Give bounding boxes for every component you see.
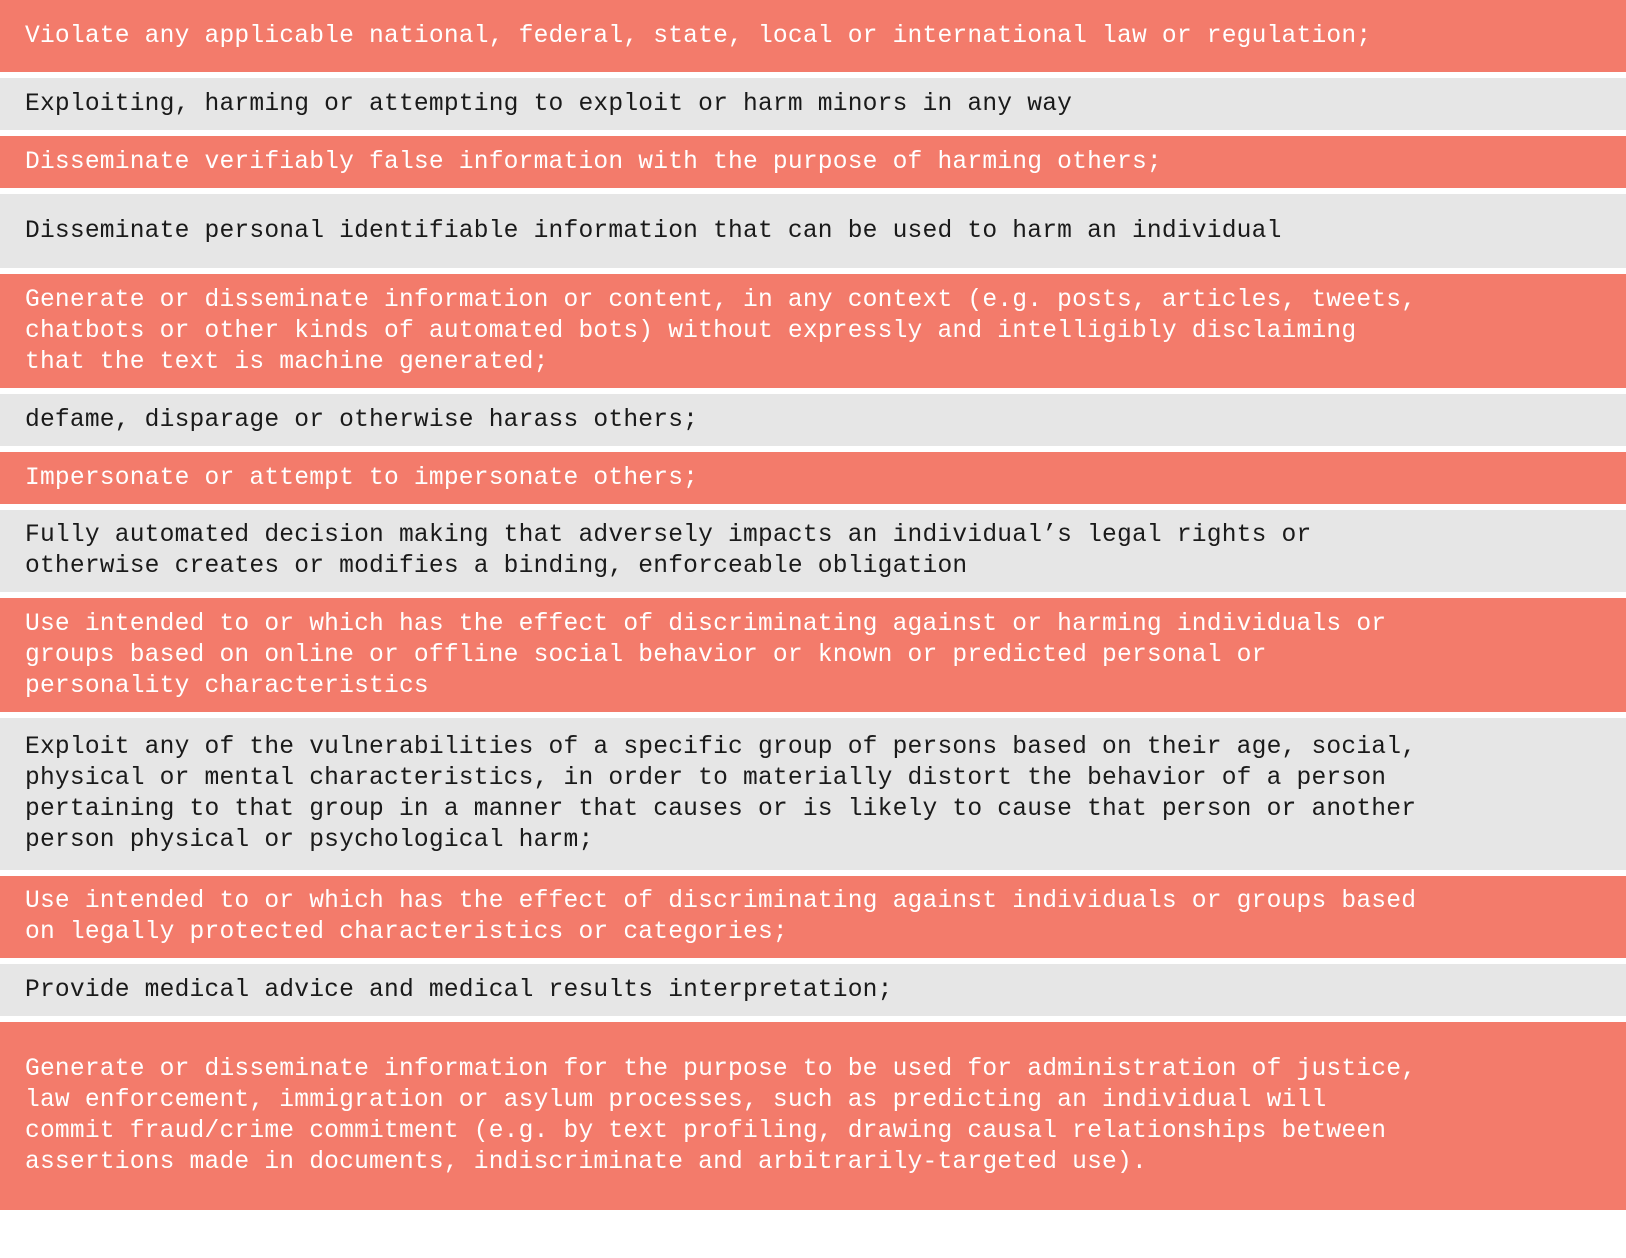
restriction-text: Impersonate or attempt to impersonate ot… — [25, 464, 699, 492]
restriction-row-defamation: defame, disparage or otherwise harass ot… — [0, 394, 1626, 446]
restriction-text: Use intended to or which has the effect … — [25, 888, 1417, 946]
restriction-row-minors: Exploiting, harming or attempting to exp… — [0, 78, 1626, 130]
restriction-text: Exploiting, harming or attempting to exp… — [25, 90, 1073, 118]
restriction-text: Fully automated decision making that adv… — [25, 522, 1312, 580]
restriction-row-law-violation: Violate any applicable national, federal… — [0, 0, 1626, 72]
bottom-whitespace — [0, 1210, 1626, 1258]
restriction-text: Generate or disseminate information for … — [25, 1056, 1417, 1176]
restriction-row-pii: Disseminate personal identifiable inform… — [0, 194, 1626, 268]
restriction-row-automated-decisions: Fully automated decision making that adv… — [0, 510, 1626, 592]
restriction-text: Generate or disseminate information or c… — [25, 286, 1417, 376]
restriction-text: Exploit any of the vulnerabilities of a … — [25, 734, 1417, 854]
restriction-text: Violate any applicable national, federal… — [25, 22, 1372, 50]
restriction-text: Provide medical advice and medical resul… — [25, 976, 893, 1004]
restriction-row-exploit-vulnerabilities: Exploit any of the vulnerabilities of a … — [0, 718, 1626, 870]
restriction-text: Disseminate personal identifiable inform… — [25, 217, 1282, 245]
restriction-text: Disseminate verifiably false information… — [25, 148, 1162, 176]
restriction-row-justice-law-enforcement: Generate or disseminate information for … — [0, 1022, 1626, 1210]
restriction-row-machine-generated-disclaimer: Generate or disseminate information or c… — [0, 274, 1626, 388]
restriction-row-social-discrimination: Use intended to or which has the effect … — [0, 598, 1626, 712]
restriction-row-impersonation: Impersonate or attempt to impersonate ot… — [0, 452, 1626, 504]
restriction-row-medical-advice: Provide medical advice and medical resul… — [0, 964, 1626, 1016]
restriction-text: Use intended to or which has the effect … — [25, 610, 1387, 700]
restriction-text: defame, disparage or otherwise harass ot… — [25, 406, 699, 434]
restriction-row-protected-characteristics: Use intended to or which has the effect … — [0, 876, 1626, 958]
restriction-row-false-information: Disseminate verifiably false information… — [0, 136, 1626, 188]
